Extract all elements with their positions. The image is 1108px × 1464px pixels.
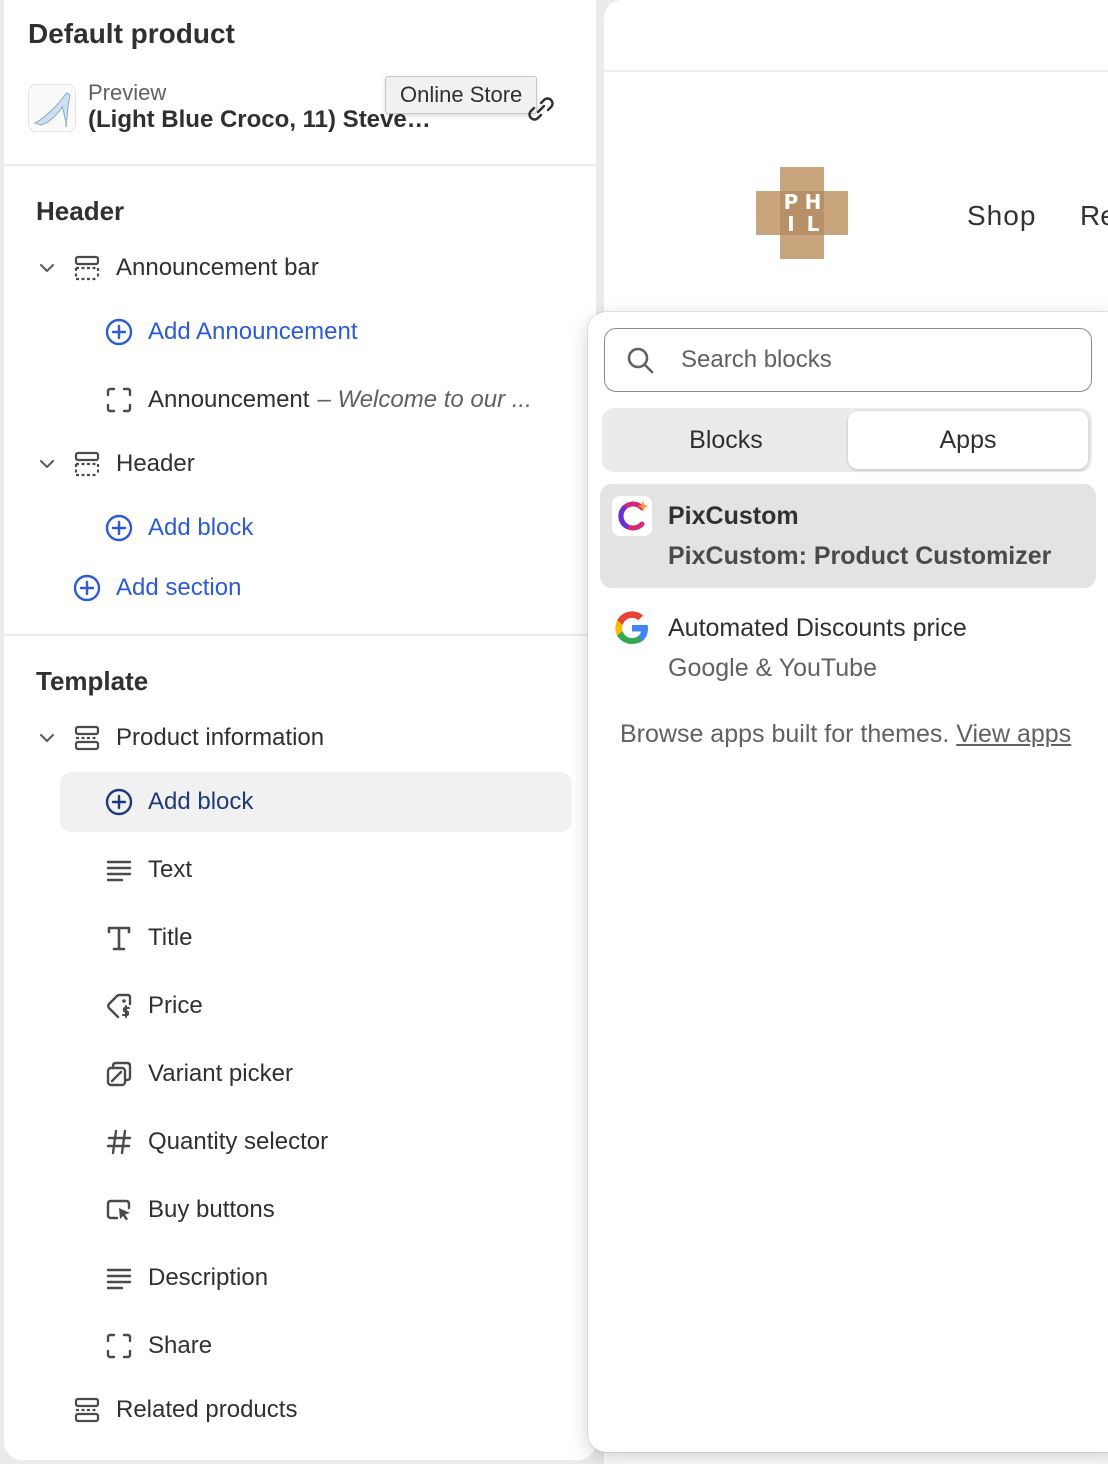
text-lines-icon: [106, 1268, 132, 1290]
logo-letter: L: [807, 212, 820, 236]
block-item-label: Title: [148, 924, 193, 951]
tab-bar: Blocks Apps: [602, 408, 1092, 472]
divider: [4, 164, 596, 166]
preview-label: Preview: [88, 80, 167, 105]
search-field[interactable]: [604, 328, 1092, 392]
add-block-popover: Blocks Apps PixCustom PixCustom: Product…: [588, 312, 1108, 1452]
section-icon: [74, 725, 100, 751]
divider: [604, 70, 1108, 72]
plus-circle-icon: [105, 514, 133, 542]
block-item-description[interactable]: Description: [104, 1248, 268, 1308]
nav-link-shop[interactable]: Shop: [967, 200, 1036, 232]
logo-letter: I: [787, 212, 794, 236]
block-item-label: Text: [148, 856, 193, 883]
block-item-text[interactable]: Text: [104, 840, 192, 900]
add-announcement-button[interactable]: Add Announcement: [104, 302, 358, 362]
app-subtitle: PixCustom: Product Customizer: [668, 542, 1052, 570]
add-announcement-label: Add Announcement: [148, 318, 358, 345]
browse-apps-text: Browse apps built for themes. View apps: [620, 714, 1080, 755]
app-name: Automated Discounts price: [668, 614, 967, 642]
plus-circle-icon: [105, 318, 133, 346]
plus-circle-icon: [105, 788, 133, 816]
block-item-detail: – Welcome to our ...: [317, 386, 532, 413]
section-item-label: Related products: [116, 1396, 298, 1423]
add-section-button[interactable]: Add section: [72, 558, 241, 618]
block-item-title[interactable]: Title: [104, 908, 192, 968]
hashtag-icon: [106, 1129, 132, 1155]
preview-product-name[interactable]: (Light Blue Croco, 11) Steve ...: [88, 106, 433, 134]
tab-blocks[interactable]: Blocks: [606, 411, 846, 469]
search-icon: [627, 347, 654, 374]
section-heading-header: Header: [36, 196, 125, 226]
browse-apps-label: Browse apps built for themes.: [620, 720, 950, 748]
app-name: PixCustom: [668, 502, 799, 530]
add-block-label: Add block: [148, 514, 254, 541]
block-item-label: Announcement: [148, 386, 310, 413]
add-block-button[interactable]: Add block: [104, 498, 253, 558]
product-thumbnail: [28, 84, 76, 132]
title-t-icon: [107, 926, 131, 951]
nav-link[interactable]: Re: [1080, 200, 1108, 232]
block-item-price[interactable]: Price: [104, 976, 203, 1036]
logo-letter: H: [805, 190, 822, 214]
block-item-share[interactable]: Share: [104, 1316, 212, 1376]
app-item-pixcustom[interactable]: PixCustom PixCustom: Product Customizer: [600, 484, 1096, 588]
block-icon: [106, 1333, 132, 1359]
section-item-related-products[interactable]: Related products: [72, 1380, 297, 1440]
pixcustom-logo-icon: [612, 496, 652, 536]
block-item-label: Price: [148, 992, 203, 1019]
section-item-label: Product information: [116, 724, 325, 751]
app-item-automated-discounts[interactable]: Automated Discounts price Google & YouTu…: [600, 596, 1096, 700]
section-item-announcement-bar[interactable]: Announcement bar: [36, 238, 319, 298]
price-tag-icon: [107, 993, 132, 1019]
block-item-buy-buttons[interactable]: Buy buttons: [104, 1180, 275, 1240]
section-item-label: Announcement bar: [116, 254, 319, 281]
section-icon: [74, 1397, 100, 1423]
link-icon[interactable]: [526, 94, 556, 124]
sidebar: Default product Preview (Light Blue Croc…: [4, 0, 596, 1460]
cursor-button-icon: [106, 1199, 131, 1221]
block-item-label: Share: [148, 1332, 213, 1359]
tooltip: Online Store: [385, 76, 538, 114]
tab-apps[interactable]: Apps: [848, 411, 1088, 469]
section-item-product-information[interactable]: Product information: [36, 708, 324, 768]
section-item-header[interactable]: Header: [36, 434, 195, 494]
search-input[interactable]: [681, 346, 1061, 374]
section-icon: [74, 451, 100, 477]
block-item-label: Quantity selector: [148, 1128, 329, 1155]
section-item-label: Header: [116, 450, 195, 477]
chevron-down-icon[interactable]: [36, 453, 58, 475]
block-icon: [106, 387, 132, 413]
page-title: Default product: [28, 18, 235, 49]
block-item-announcement[interactable]: Announcement – Welcome to our ...: [104, 370, 564, 430]
view-apps-link[interactable]: View apps: [956, 720, 1071, 748]
chevron-down-icon[interactable]: [36, 727, 58, 749]
block-item-variant-picker[interactable]: Variant picker: [104, 1044, 293, 1104]
block-item-label: Description: [148, 1264, 269, 1291]
google-logo-icon: [615, 611, 648, 644]
app-subtitle: Google & YouTube: [668, 654, 877, 682]
preview-selector[interactable]: Preview (Light Blue Croco, 11) Steve ...…: [28, 76, 568, 138]
add-block-button[interactable]: Add block: [104, 772, 253, 832]
block-item-label: Buy buttons: [148, 1196, 275, 1223]
section-icon: [74, 255, 100, 281]
add-section-label: Add section: [116, 574, 242, 601]
store-logo: P H I L: [756, 167, 848, 259]
block-item-label: Variant picker: [148, 1060, 293, 1087]
text-lines-icon: [106, 860, 132, 882]
section-heading-template: Template: [36, 666, 149, 696]
chevron-down-icon[interactable]: [36, 257, 58, 279]
block-item-quantity-selector[interactable]: Quantity selector: [104, 1112, 328, 1172]
add-block-label: Add block: [148, 788, 254, 815]
plus-circle-icon: [73, 574, 101, 602]
divider: [4, 634, 596, 636]
variant-picker-icon: [106, 1061, 132, 1087]
logo-letter: P: [784, 190, 799, 214]
